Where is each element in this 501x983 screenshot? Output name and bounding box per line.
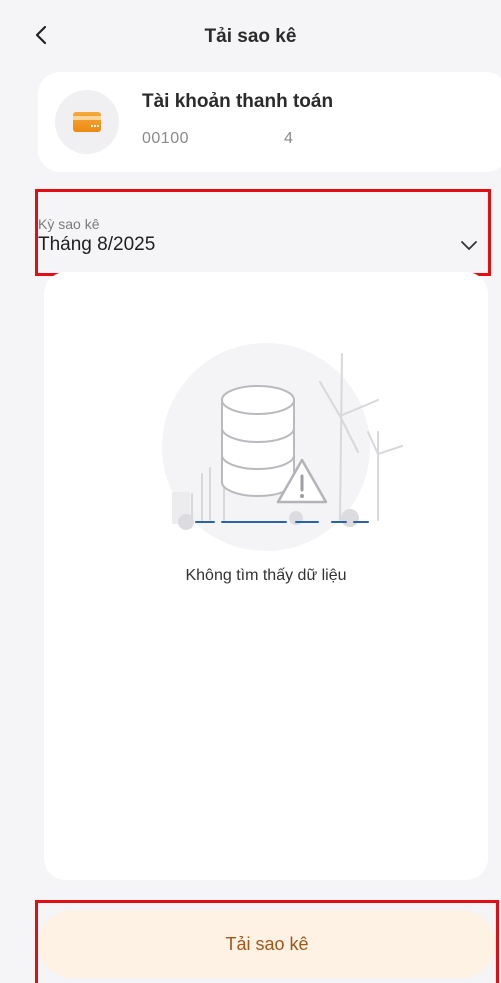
account-number: 00100 xyxy=(142,130,189,147)
period-label: Kỳ sao kê xyxy=(38,216,100,232)
empty-state-message: Không tìm thấy dữ liệu xyxy=(185,567,347,584)
account-card[interactable]: Tài khoản thanh toán 00100 4 xyxy=(38,72,501,172)
statement-period-dropdown[interactable]: Kỳ sao kê Tháng 8/2025 xyxy=(38,192,490,276)
empty-state-card: Không tìm thấy dữ liệu xyxy=(44,272,488,880)
no-data-illustration xyxy=(162,343,403,551)
chevron-down-icon xyxy=(461,241,477,250)
download-statement-button[interactable]: Tải sao kê xyxy=(38,910,496,978)
card-icon xyxy=(73,112,101,132)
account-name: Tài khoản thanh toán xyxy=(142,91,334,112)
period-value: Tháng 8/2025 xyxy=(38,234,156,255)
page-title: Tải sao kê xyxy=(204,26,297,47)
top-app-bar: Tải sao kê xyxy=(0,0,501,72)
account-avatar xyxy=(55,90,119,154)
account-number-suffix: 4 xyxy=(284,130,293,147)
